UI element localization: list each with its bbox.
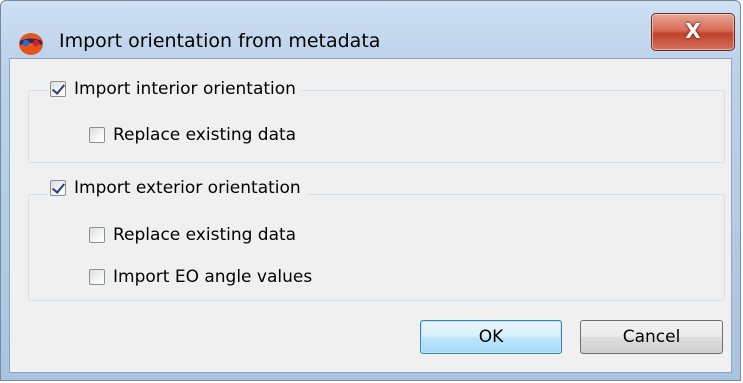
- ok-button[interactable]: OK: [420, 320, 562, 354]
- eo-angle-values-checkbox[interactable]: [89, 269, 105, 285]
- interior-orientation-legend[interactable]: Import interior orientation: [48, 79, 302, 99]
- interior-replace-checkbox[interactable]: [89, 127, 105, 143]
- eo-angle-values-label: Import EO angle values: [113, 267, 313, 287]
- interior-orientation-checkbox[interactable]: [50, 81, 66, 97]
- interior-replace-label: Replace existing data: [113, 125, 297, 145]
- app-logo-icon: [19, 33, 43, 55]
- exterior-orientation-checkbox[interactable]: [50, 180, 66, 196]
- interior-orientation-label: Import interior orientation: [74, 79, 296, 99]
- exterior-orientation-label: Import exterior orientation: [74, 178, 301, 198]
- eo-angle-values-option[interactable]: Import EO angle values: [89, 267, 312, 287]
- close-button[interactable]: X: [651, 13, 735, 51]
- window-title: Import orientation from metadata: [59, 30, 381, 52]
- close-icon: X: [685, 19, 701, 43]
- exterior-replace-label: Replace existing data: [113, 225, 297, 245]
- exterior-replace-option[interactable]: Replace existing data: [89, 225, 296, 245]
- exterior-orientation-legend[interactable]: Import exterior orientation: [48, 178, 307, 198]
- interior-replace-option[interactable]: Replace existing data: [89, 125, 296, 145]
- cancel-button[interactable]: Cancel: [580, 320, 723, 354]
- title-bar[interactable]: Import orientation from metadata X: [1, 1, 740, 59]
- exterior-replace-checkbox[interactable]: [89, 227, 105, 243]
